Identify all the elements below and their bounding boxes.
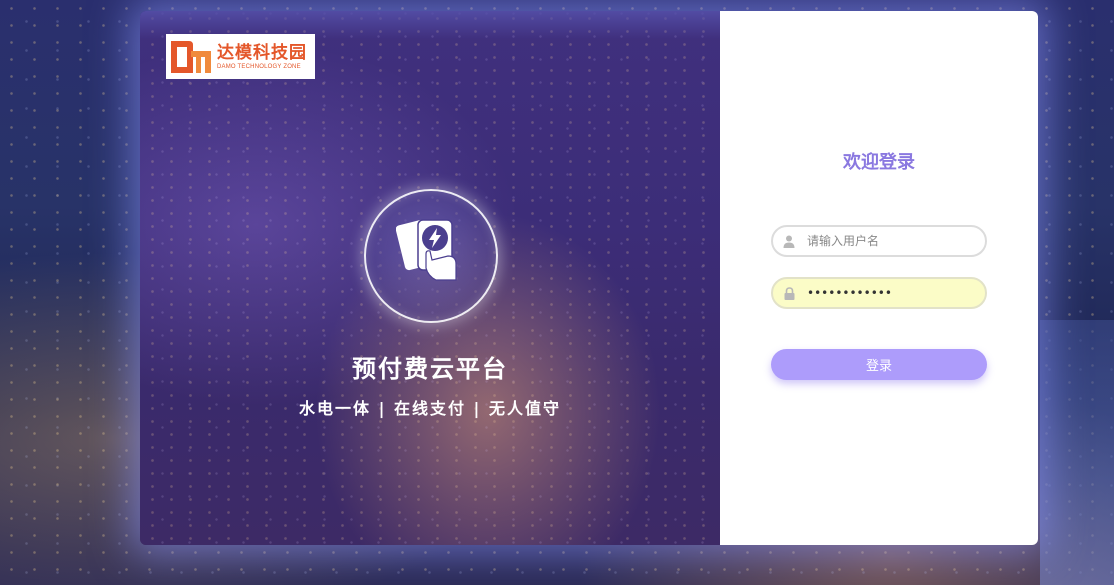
logo-title: 达模科技园: [217, 42, 307, 63]
hero-panel: 达模科技园 DAMO TECHNOLOGY ZONE 预付费云平台 水电一体 |: [140, 11, 720, 545]
username-field[interactable]: [771, 225, 987, 257]
background-river: [1040, 320, 1114, 585]
password-field[interactable]: [771, 277, 987, 309]
logo-subtitle: DAMO TECHNOLOGY ZONE: [217, 63, 301, 70]
login-card: 达模科技园 DAMO TECHNOLOGY ZONE 预付费云平台 水电一体 |: [140, 11, 1038, 545]
user-icon: [783, 234, 795, 248]
lock-icon: [783, 286, 795, 300]
prepaid-card-icon: [396, 219, 457, 281]
password-input[interactable]: [807, 281, 967, 305]
username-input[interactable]: [807, 229, 967, 253]
welcome-heading: 欢迎登录: [843, 152, 915, 173]
platform-slogan: 水电一体 | 在线支付 | 无人值守: [299, 399, 561, 418]
login-page: 达模科技园 DAMO TECHNOLOGY ZONE 预付费云平台 水电一体 |: [0, 0, 1114, 585]
login-panel: 欢迎登录 登录: [720, 11, 1038, 545]
prepaid-emblem: [364, 189, 498, 323]
company-logo: 达模科技园 DAMO TECHNOLOGY ZONE: [166, 34, 315, 79]
login-button[interactable]: 登录: [771, 349, 987, 380]
logo-mark-icon: [169, 37, 213, 77]
platform-title: 预付费云平台: [352, 355, 508, 383]
